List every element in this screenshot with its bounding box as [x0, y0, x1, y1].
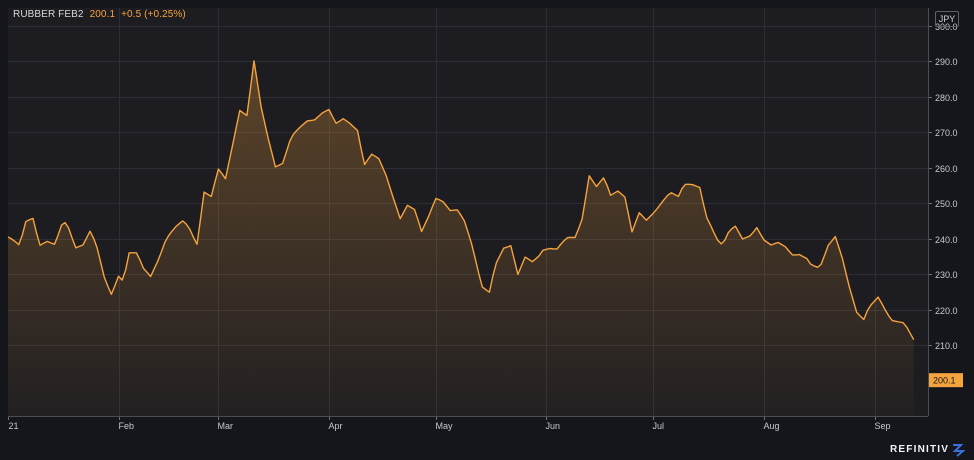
last-price-marker-label: 200.1	[933, 376, 956, 386]
x-tick-label: 21	[9, 421, 19, 431]
x-tick-label: Jun	[546, 421, 561, 431]
y-tick-label: 250.0	[935, 199, 958, 209]
y-tick-label: 290.0	[935, 57, 958, 67]
x-tick-label: Sep	[875, 421, 891, 431]
price-change: +0.5 (+0.25%)	[121, 9, 186, 20]
instrument-symbol: RUBBER FEB2	[13, 9, 84, 20]
x-tick-label: Mar	[218, 421, 234, 431]
currency-badge[interactable]: JPY	[935, 11, 959, 27]
refinitiv-logo-icon	[952, 444, 965, 457]
chart-window: 300.0 290.0 280.0 270.0 260.0 250.0 240.0 230.0…	[0, 0, 974, 460]
instrument-header: RUBBER FEB2 200.1 +0.5 (+0.25%)	[13, 9, 192, 20]
refinitiv-logo: REFINITIV	[890, 444, 950, 455]
y-tick-label: 260.0	[935, 164, 958, 174]
x-tick-label: Jul	[653, 421, 665, 431]
y-tick-label: 280.0	[935, 93, 958, 103]
price-chart[interactable]: 300.0290.0280.0270.0260.0250.0240.0230.0…	[0, 0, 974, 460]
last-price: 200.1	[89, 9, 116, 20]
x-tick-label: Aug	[764, 421, 780, 431]
y-tick-label: 230.0	[935, 270, 958, 280]
x-tick-label: Feb	[119, 421, 135, 431]
y-tick-label: 240.0	[935, 235, 958, 245]
y-tick-label: 210.0	[935, 341, 958, 351]
y-tick-label: 270.0	[935, 128, 958, 138]
x-tick-label: May	[436, 421, 454, 431]
y-tick-label: 220.0	[935, 306, 958, 316]
x-tick-label: Apr	[329, 421, 343, 431]
